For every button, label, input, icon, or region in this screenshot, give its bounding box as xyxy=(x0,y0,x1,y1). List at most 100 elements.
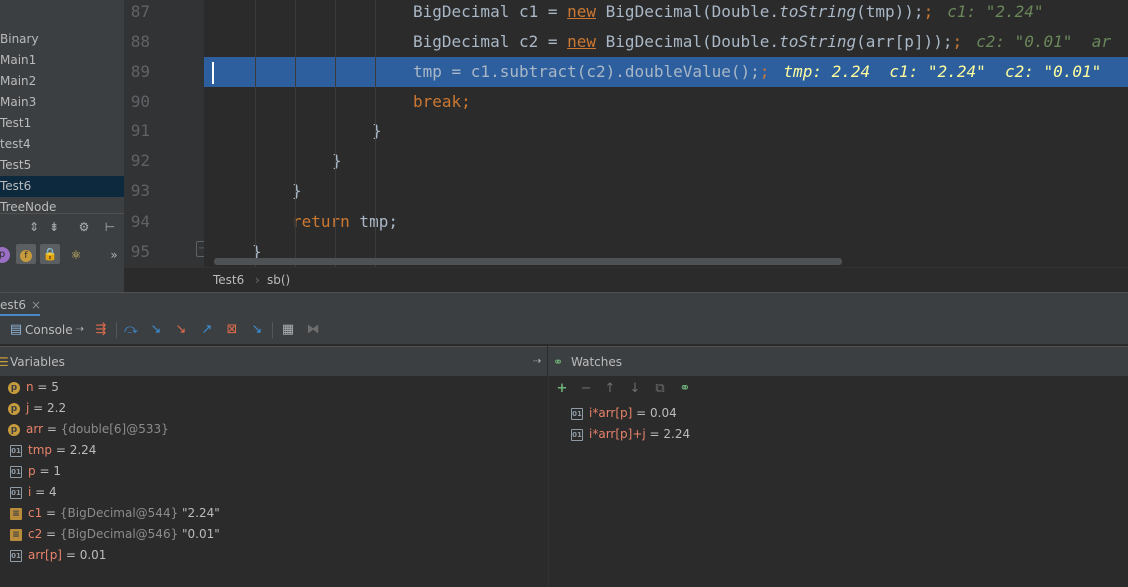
property-filter-icon[interactable]: p xyxy=(0,247,10,263)
tab-test6[interactable]: est6 × xyxy=(0,293,41,317)
lock-icon[interactable]: 🔒 xyxy=(40,244,60,264)
list-item[interactable]: pj = 2.2 xyxy=(8,398,66,419)
code-line-93: } xyxy=(292,181,302,200)
list-item[interactable]: 01 i*arr[p] = 0.04 xyxy=(571,403,677,424)
watches-header: ⚭ Watches xyxy=(548,346,1128,377)
code-line-90: break; xyxy=(413,92,471,111)
code-editor[interactable]: BigDecimal c1 = new BigDecimal(Double.to… xyxy=(204,0,1128,267)
variables-icon: ☰ xyxy=(0,355,9,369)
close-icon[interactable]: × xyxy=(31,298,41,312)
breadcrumb-separator-icon: › xyxy=(255,273,260,287)
force-step-into-icon[interactable]: ↘ xyxy=(173,322,189,338)
primitive-icon: 01 xyxy=(10,549,22,562)
breadcrumb-method[interactable]: sb() xyxy=(267,268,290,292)
code-line-89-current: tmp = c1.subtract(c2).doubleValue();; tmp… xyxy=(204,57,1128,87)
watch-settings-icon[interactable]: ⚭ xyxy=(677,381,693,397)
indent-guide xyxy=(335,0,336,267)
watches-toolbar: + − ↑ ↓ ⧉ ⚭ xyxy=(549,376,1128,402)
tree-item-main2[interactable]: Main2 xyxy=(0,71,124,92)
list-item[interactable]: 01 arr[p] = 0.01 xyxy=(10,545,106,566)
list-item[interactable]: pn = 5 xyxy=(8,377,59,398)
tree-item-test6[interactable]: Test6 xyxy=(0,176,124,197)
tree-item-test4[interactable]: test4 xyxy=(0,134,124,155)
code-line-91: } xyxy=(372,121,382,140)
line-number: 88 xyxy=(130,32,150,51)
code-line-87: BigDecimal c1 = new BigDecimal(Double.to… xyxy=(413,2,1044,21)
inline-debug-hint: c1: "2.24" xyxy=(947,2,1044,21)
breadcrumb-class[interactable]: Test6 xyxy=(213,268,244,292)
variables-header: ☰ Variables ⇢ xyxy=(0,346,547,377)
watches-icon: ⚭ xyxy=(553,355,564,369)
field-filter-icon[interactable]: f xyxy=(16,244,36,264)
list-item[interactable]: 01 p = 1 xyxy=(10,461,61,482)
step-out-icon[interactable]: ↗ xyxy=(199,322,215,338)
primitive-icon: 01 xyxy=(571,428,583,441)
drop-frame-icon[interactable]: ⊠ xyxy=(224,322,240,338)
indent-guide xyxy=(375,0,376,267)
evaluate-expression-icon[interactable]: ▦ xyxy=(280,322,296,338)
line-number: 94 xyxy=(130,212,150,231)
list-item[interactable]: 01 i = 4 xyxy=(10,482,57,503)
move-down-icon[interactable]: ↓ xyxy=(627,381,643,397)
code-line-94: return tmp; xyxy=(292,212,398,231)
move-up-icon[interactable]: ↑ xyxy=(602,381,618,397)
list-item[interactable]: 01 i*arr[p]+j = 2.24 xyxy=(571,424,690,445)
trace-icon[interactable]: ⧓ xyxy=(305,322,321,338)
line-number: 93 xyxy=(130,181,150,200)
inherited-icon[interactable]: ⚛ xyxy=(68,247,84,263)
list-item[interactable]: p arr = {double[6]@533} xyxy=(8,419,169,440)
primitive-icon: 01 xyxy=(10,486,22,499)
project-tree: Binary Main1 Main2 Main3 Test1 test4 Tes… xyxy=(0,0,124,292)
expand-icon[interactable]: ⇕ xyxy=(26,219,42,235)
tree-item-test5[interactable]: Test5 xyxy=(0,155,124,176)
list-item[interactable]: ≡ c1 = {BigDecimal@544} "2.24" xyxy=(10,503,220,524)
inline-debug-hint: c2: "0.01" ar xyxy=(976,32,1111,51)
editor-gutter: 87 88 89 90 91 92 93 94 95 − xyxy=(124,0,208,267)
inline-debug-hint: tmp: 2.24 c1: "2.24" c2: "0.01" xyxy=(783,62,1102,81)
run-to-cursor-icon[interactable]: ↘ xyxy=(249,322,265,338)
tree-item-binary[interactable]: Binary xyxy=(0,29,124,50)
debug-toolbar: ▤ Console ⇢ ⇶ ⤼ ↘ ↘ ↗ ⊠ ↘ ▦ ⧓ xyxy=(0,316,1128,345)
list-item[interactable]: 01 tmp = 2.24 xyxy=(10,440,96,461)
line-number: 87 xyxy=(130,2,150,21)
primitive-icon: 01 xyxy=(10,465,22,478)
restore-layout-icon[interactable]: ⇢ xyxy=(533,347,541,377)
watches-title: Watches xyxy=(571,355,622,369)
horizontal-scrollbar[interactable] xyxy=(214,258,842,265)
primitive-icon: 01 xyxy=(571,407,583,420)
step-into-icon[interactable]: ↘ xyxy=(148,322,164,338)
tree-item-test1[interactable]: Test1 xyxy=(0,113,124,134)
filter-toolbar: p f 🔒 ⚛ » xyxy=(0,242,124,268)
tree-item-main3[interactable]: Main3 xyxy=(0,92,124,113)
step-over-icon[interactable]: ⤼ xyxy=(123,322,139,338)
parameter-icon: p xyxy=(8,402,20,415)
code-line-88: BigDecimal c2 = new BigDecimal(Double.to… xyxy=(413,32,1111,51)
variables-title: Variables xyxy=(10,355,65,369)
indent-guide xyxy=(295,0,296,267)
object-icon: ≡ xyxy=(10,507,22,520)
remove-watch-icon[interactable]: − xyxy=(578,381,594,397)
variables-list: pn = 5 pj = 2.2 p arr = {double[6]@533} 0… xyxy=(0,376,547,587)
code-line-92: } xyxy=(332,151,342,170)
line-number: 91 xyxy=(130,121,150,140)
toolbar-divider xyxy=(272,322,273,338)
console-tab[interactable]: Console xyxy=(25,322,73,338)
duplicate-icon[interactable]: ⧉ xyxy=(652,381,668,397)
more-icon[interactable]: » xyxy=(106,247,122,263)
line-number: 92 xyxy=(130,151,150,170)
collapse-icon[interactable]: ⇟ xyxy=(46,219,62,235)
primitive-icon: 01 xyxy=(10,444,22,457)
line-number: 95 xyxy=(130,242,150,261)
list-item[interactable]: ≡ c2 = {BigDecimal@546} "0.01" xyxy=(10,524,220,545)
add-watch-icon[interactable]: + xyxy=(554,381,570,397)
object-icon: ≡ xyxy=(10,528,22,541)
line-number: 89 xyxy=(130,62,150,81)
show-execution-point-icon[interactable]: ⇶ xyxy=(93,322,109,338)
tree-item-main1[interactable]: Main1 xyxy=(0,50,124,71)
pin-icon[interactable]: ⊢ xyxy=(102,219,118,235)
debug-tab-bar: est6 × xyxy=(0,292,1128,317)
gear-icon[interactable]: ⚙ xyxy=(76,219,92,235)
parameter-icon: p xyxy=(8,423,20,436)
pin-tab-icon[interactable]: ⇢ xyxy=(72,322,88,338)
parameter-icon: p xyxy=(8,381,20,394)
